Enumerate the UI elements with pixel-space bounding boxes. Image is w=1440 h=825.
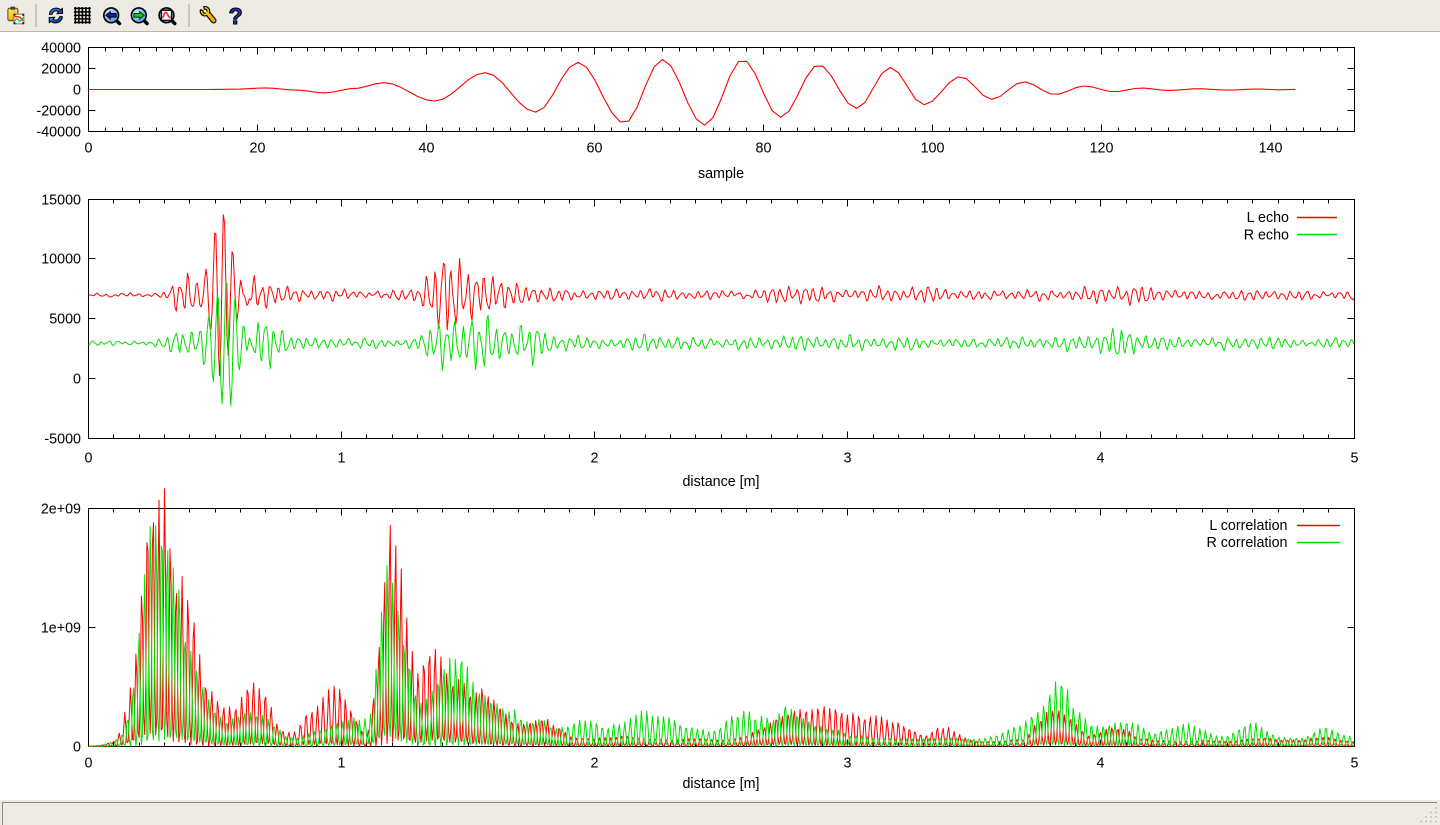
svg-text:2: 2 bbox=[591, 756, 599, 772]
svg-text:R correlation: R correlation bbox=[1206, 535, 1287, 551]
svg-text:3: 3 bbox=[844, 451, 852, 467]
svg-text:0: 0 bbox=[73, 83, 81, 99]
svg-text:0: 0 bbox=[73, 740, 81, 756]
svg-text:1: 1 bbox=[338, 756, 346, 772]
svg-text:?: ? bbox=[229, 3, 243, 29]
svg-text:100: 100 bbox=[921, 141, 945, 157]
svg-text:5: 5 bbox=[1351, 756, 1359, 772]
svg-text:40000: 40000 bbox=[41, 41, 81, 57]
svg-text:-5000: -5000 bbox=[44, 432, 81, 448]
svg-text:R echo: R echo bbox=[1244, 228, 1289, 244]
svg-text:4: 4 bbox=[1097, 451, 1105, 467]
svg-text:3: 3 bbox=[844, 756, 852, 772]
svg-text:1: 1 bbox=[338, 451, 346, 467]
svg-text:2e+09: 2e+09 bbox=[41, 502, 81, 518]
svg-text:5000: 5000 bbox=[49, 312, 81, 328]
svg-text:sample: sample bbox=[698, 166, 744, 182]
svg-text:0: 0 bbox=[73, 372, 81, 388]
svg-text:80: 80 bbox=[756, 141, 772, 157]
svg-text:1e+09: 1e+09 bbox=[41, 621, 81, 637]
svg-text:-20000: -20000 bbox=[36, 104, 81, 120]
svg-text:2: 2 bbox=[591, 451, 599, 467]
svg-text:0: 0 bbox=[85, 451, 93, 467]
svg-text:15000: 15000 bbox=[41, 193, 81, 209]
svg-text:20: 20 bbox=[250, 141, 266, 157]
svg-text:60: 60 bbox=[587, 141, 603, 157]
svg-text:-40000: -40000 bbox=[36, 125, 81, 141]
svg-text:5: 5 bbox=[1351, 451, 1359, 467]
svg-text:10000: 10000 bbox=[41, 252, 81, 268]
svg-text:0: 0 bbox=[85, 756, 93, 772]
svg-text:20000: 20000 bbox=[41, 62, 81, 78]
svg-text:L correlation: L correlation bbox=[1209, 518, 1287, 534]
svg-text:distance [m]: distance [m] bbox=[682, 474, 759, 490]
svg-text:40: 40 bbox=[419, 141, 435, 157]
svg-text:L echo: L echo bbox=[1247, 210, 1289, 226]
svg-text:0: 0 bbox=[85, 141, 93, 157]
svg-text:4: 4 bbox=[1097, 756, 1105, 772]
svg-text:140: 140 bbox=[1259, 141, 1283, 157]
svg-text:120: 120 bbox=[1090, 141, 1114, 157]
svg-text:distance [m]: distance [m] bbox=[682, 776, 759, 792]
